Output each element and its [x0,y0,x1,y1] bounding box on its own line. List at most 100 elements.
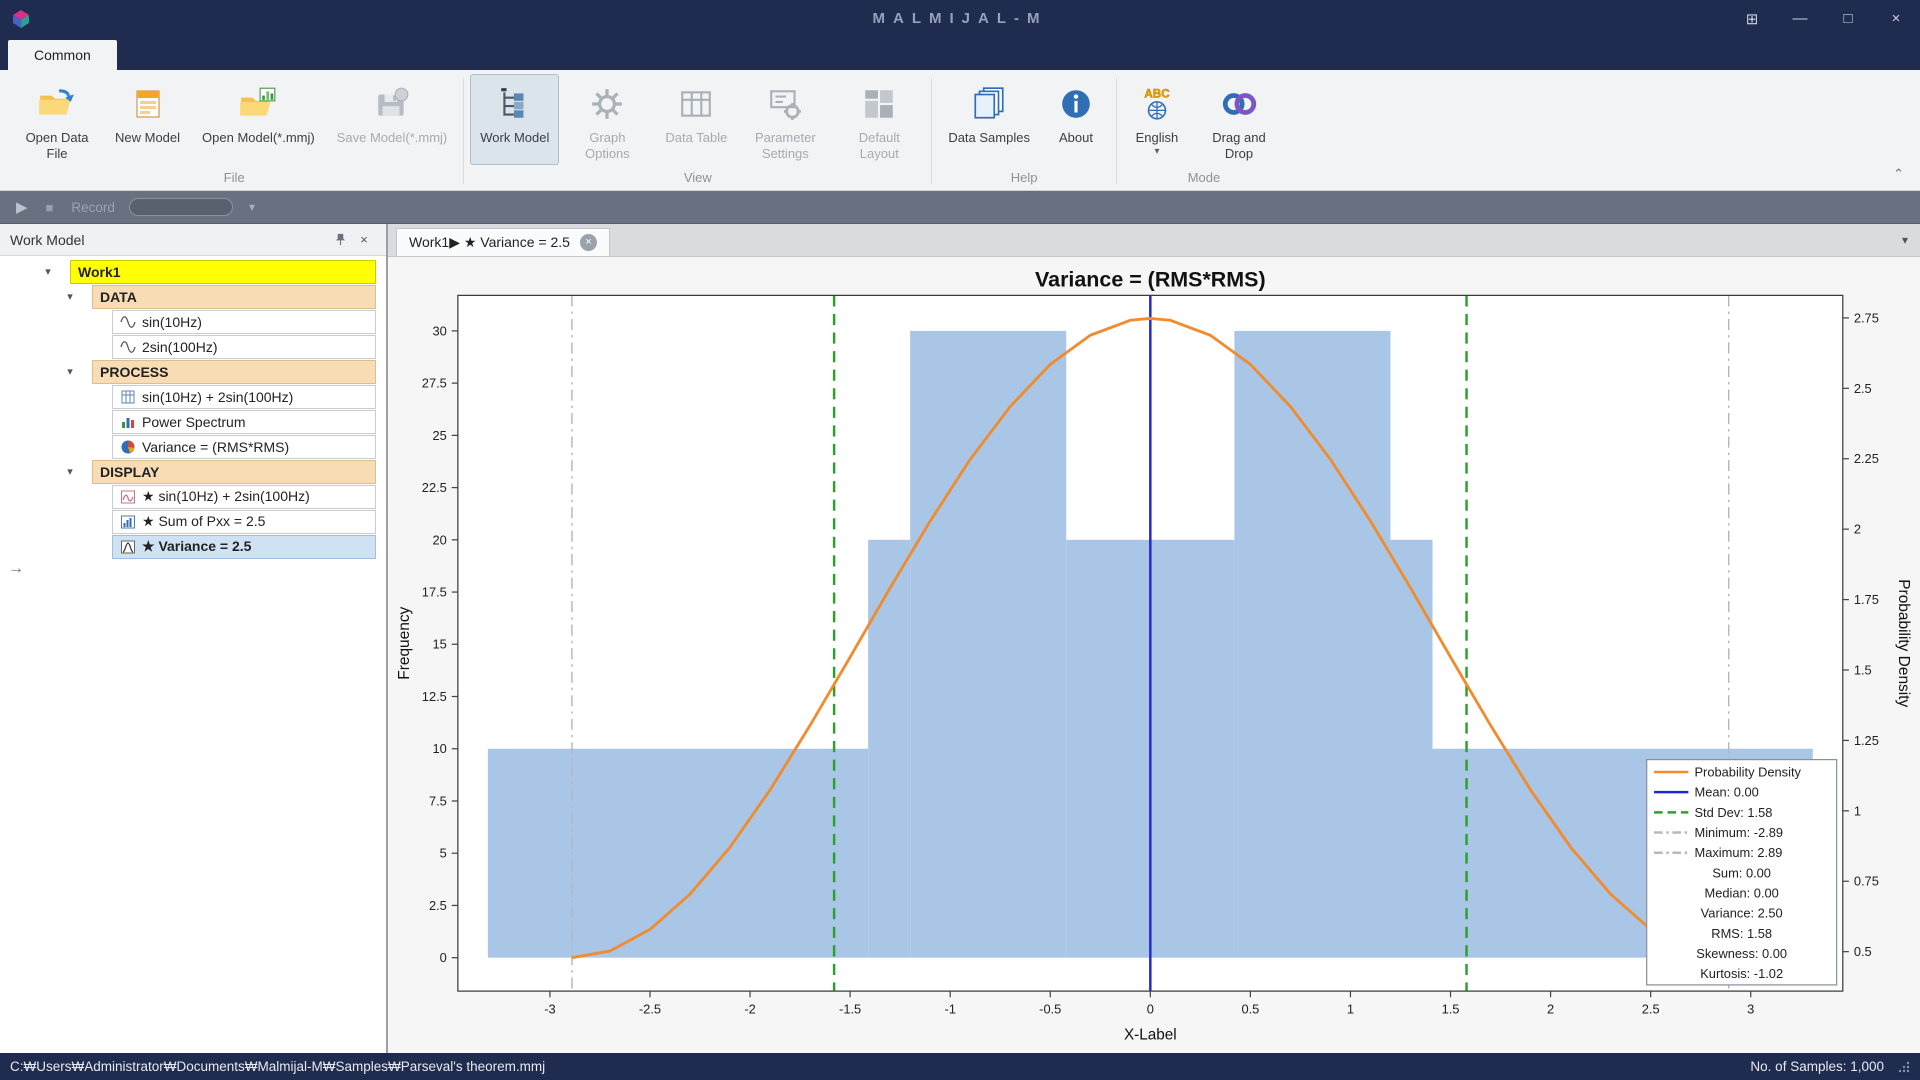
close-panel-icon[interactable]: × [352,229,376,251]
svg-text:2.5: 2.5 [1854,381,1872,396]
histogram-bar [488,749,868,958]
drag-and-drop-button[interactable]: Drag and Drop [1193,74,1285,165]
minimize-icon[interactable]: — [1776,0,1824,37]
layout-grid-icon [861,80,897,128]
ribbon-separator [931,78,932,184]
tree-row-sin10hz[interactable]: sin(10Hz) [0,309,386,334]
tree-item-label: DISPLAY [100,464,159,480]
caret-down-icon[interactable]: ▾ [1154,147,1159,157]
legend-entry: Median: 0.00 [1705,885,1779,900]
tree-item-label: sin(10Hz) + 2sin(100Hz) [142,389,293,405]
button-label: Data Samples [948,130,1030,146]
button-label: Drag and Drop [1203,130,1275,162]
maximize-icon[interactable]: □ [1824,0,1872,37]
work-model-tree-icon [497,80,533,128]
default-layout-button[interactable]: Default Layout [833,74,925,165]
svg-text:1.75: 1.75 [1854,592,1879,607]
chevron-down-icon[interactable]: ▾ [62,465,78,478]
x-axis-label: X-Label [1124,1026,1177,1043]
group-label-mode: Mode [1122,167,1286,190]
data-samples-button[interactable]: Data Samples [938,74,1040,165]
titlebar: MALMIJAL-M ⊞ — □ × [0,0,1920,37]
svg-text:2: 2 [1547,1001,1554,1016]
application-window: MALMIJAL-M ⊞ — □ × Common [0,0,1920,1080]
spreadsheet-icon [120,389,136,405]
svg-text:-1: -1 [944,1001,955,1016]
tree-row-sum-signal[interactable]: sin(10Hz) + 2sin(100Hz) [0,384,386,409]
parameter-settings-button[interactable]: Parameter Settings [739,74,831,165]
group-label-view: View [469,167,926,190]
svg-text:ABC: ABC [1144,88,1170,101]
histogram-bar [868,540,910,958]
tab-common[interactable]: Common [8,40,117,70]
svg-text:2.75: 2.75 [1854,310,1879,325]
button-label: English [1136,130,1179,146]
tree-row-display-variance[interactable]: ★ Variance = 2.5 [0,534,386,559]
close-icon[interactable]: × [1872,0,1920,37]
pin-icon[interactable] [328,229,352,251]
collapse-ribbon-icon[interactable]: ⌃ [1893,166,1904,182]
svg-text:25: 25 [433,428,447,443]
histogram-icon [120,514,136,530]
svg-text:1.25: 1.25 [1854,733,1879,748]
svg-text:2.5: 2.5 [429,898,447,913]
svg-text:1: 1 [1854,803,1861,818]
play-icon[interactable]: ▶ [16,198,28,216]
resize-grip-icon[interactable] [1898,1061,1910,1073]
tree-row-process[interactable]: ▾ PROCESS [0,359,386,384]
svg-text:7.5: 7.5 [429,793,447,808]
open-folder-icon [37,80,77,128]
tree-row-display-sum-pxx[interactable]: ★ Sum of Pxx = 2.5 [0,509,386,534]
svg-text:1.5: 1.5 [1442,1001,1460,1016]
chevron-down-icon[interactable]: ▾ [62,290,78,303]
record-toolbar: ▶ ■ Record ▾ [0,191,1920,224]
tree-row-display-signal[interactable]: ★ sin(10Hz) + 2sin(100Hz) [0,484,386,509]
svg-text:10: 10 [433,741,447,756]
gear-icon [589,80,625,128]
save-model-button[interactable]: Save Model(*.mmj) [327,74,458,165]
tree-row-work1[interactable]: ▾ Work1 [0,259,386,284]
tab-list-caret-icon[interactable]: ▾ [1902,233,1908,247]
svg-text:0.5: 0.5 [1854,944,1872,959]
app-logo-icon [10,8,32,30]
about-button[interactable]: About [1042,74,1110,165]
button-label: Save Model(*.mmj) [337,130,448,146]
svg-text:-0.5: -0.5 [1039,1001,1061,1016]
ribbon-separator [463,78,464,184]
ribbon-group-file: Open Data File New Model [8,72,460,190]
button-label: New Model [115,130,180,146]
new-model-button[interactable]: New Model [105,74,190,165]
histogram-bar [1234,331,1390,958]
tree-row-display[interactable]: ▾ DISPLAY [0,459,386,484]
chevron-down-icon[interactable]: ▾ [62,365,78,378]
svg-text:2.25: 2.25 [1854,451,1879,466]
button-label: Default Layout [843,130,915,162]
data-table-button[interactable]: Data Table [655,74,737,165]
graph-options-button[interactable]: Graph Options [561,74,653,165]
expand-window-icon[interactable]: ⊞ [1728,0,1776,37]
caret-down-icon[interactable]: ▾ [249,200,255,214]
record-progress-bar[interactable] [129,198,233,216]
model-tree: → ▾ Work1 ▾ DATA sin(10Hz) [0,256,386,1053]
tree-row-data[interactable]: ▾ DATA [0,284,386,309]
ribbon-group-help: Data Samples About Help [935,72,1113,190]
svg-text:12.5: 12.5 [422,689,447,704]
y-right-axis-label: Probability Density [1895,579,1912,707]
tree-row-2sin100hz[interactable]: 2sin(100Hz) [0,334,386,359]
svg-text:17.5: 17.5 [422,584,447,599]
tree-item-label: 2sin(100Hz) [142,339,217,355]
tree-row-power-spectrum[interactable]: Power Spectrum [0,409,386,434]
group-label-file: File [10,167,458,190]
tab-close-icon[interactable]: × [580,234,597,251]
tree-row-variance-process[interactable]: Variance = (RMS*RMS) [0,434,386,459]
button-label: Open Data File [21,130,93,162]
chevron-down-icon[interactable]: ▾ [40,265,56,278]
open-model-button[interactable]: Open Model(*.mmj) [192,74,325,165]
current-item-arrow-icon: → [8,560,24,578]
panel-header: Work Model × [0,224,386,256]
stop-icon[interactable]: ■ [46,200,54,215]
language-english-button[interactable]: ABC English ▾ [1123,74,1191,165]
work-model-button[interactable]: Work Model [470,74,559,165]
open-data-file-button[interactable]: Open Data File [11,74,103,165]
tab-work1-variance[interactable]: Work1▶ ★ Variance = 2.5 × [396,228,610,256]
